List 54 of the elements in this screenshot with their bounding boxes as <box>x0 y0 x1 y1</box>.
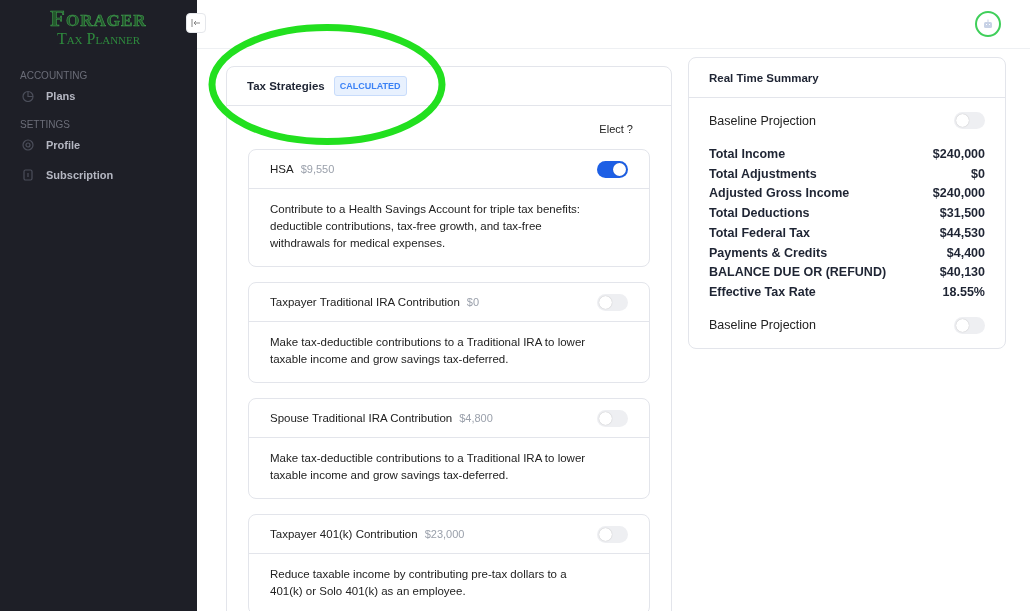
summary-label: Total Income <box>709 147 786 163</box>
strategy-description: Make tax-deductible contributions to a Traditional IRA to lower taxable income and grow savings tax-deferred. <box>269 335 587 367</box>
strategy-description: Reduce taxable income by contributing pre-tax dollars to a 401(k) or Solo 401(k) as an employee. <box>269 567 568 599</box>
column-label: Elect ? <box>599 123 633 135</box>
section-heading: SETTINGS <box>19 118 71 130</box>
strategy-amount: $0 <box>466 296 480 308</box>
strategy-amount: $23,000 <box>424 528 465 540</box>
toggle-switch[interactable] <box>597 409 628 427</box>
toggle-switch[interactable] <box>954 316 985 334</box>
sidebar-item[interactable]: Plans <box>0 81 197 111</box>
pie-chart-icon <box>22 90 34 102</box>
logo-subtitle: Tax Planner <box>56 30 141 48</box>
toggle-switch[interactable] <box>954 112 985 129</box>
toggle-switch[interactable] <box>597 293 628 311</box>
toggle-label: Baseline Projection <box>709 113 816 128</box>
toggle-label: Baseline Projection <box>709 318 816 333</box>
strategy-name: Taxpayer Traditional IRA Contribution <box>270 296 460 308</box>
summary-value: $240,000 <box>932 186 985 203</box>
logo-title: Forager <box>50 6 147 30</box>
toggle-switch[interactable] <box>597 525 628 543</box>
section-heading: ACCOUNTING <box>19 69 89 81</box>
avatar-button[interactable] <box>975 11 1001 37</box>
strategy-amount: $4,800 <box>459 412 493 424</box>
card-icon <box>22 169 34 181</box>
sidebar-item[interactable]: Subscription <box>0 160 197 190</box>
summary-value: 18.55% <box>942 284 985 301</box>
summary-label: Total Federal Tax <box>709 225 810 242</box>
summary-label: Payments & Credits <box>709 245 828 262</box>
card-title: Tax Strategies <box>247 80 325 92</box>
strategy-amount: $9,550 <box>300 163 335 175</box>
summary-label: BALANCE DUE OR (REFUND) <box>709 265 887 281</box>
target-icon <box>22 139 34 151</box>
strategy-name: HSA <box>270 163 294 175</box>
strategy-name: Taxpayer 401(k) Contribution <box>270 528 418 540</box>
collapse-icon <box>191 19 201 27</box>
summary-label: Adjusted Gross Income <box>709 186 850 203</box>
toggle-switch[interactable] <box>597 160 628 178</box>
card-title: Real Time Summary <box>709 71 819 84</box>
robot-icon <box>983 19 993 29</box>
strategy-description: Contribute to a Health Savings Account for triple tax benefits: deductible contributions, tax-free growth, and tax-free withdrawals for medical expenses. <box>269 202 582 251</box>
summary-value: $44,530 <box>939 225 985 242</box>
summary-value: $40,130 <box>939 265 985 281</box>
strategy-description: Make tax-deductible contributions to a Traditional IRA to lower taxable income and grow savings tax-deferred. <box>269 451 587 483</box>
summary-value: $31,500 <box>939 206 985 222</box>
summary-label: Total Adjustments <box>709 166 817 183</box>
summary-label: Effective Tax Rate <box>709 284 816 301</box>
strategy-name: Spouse Traditional IRA Contribution <box>270 412 453 424</box>
summary-label: Total Deductions <box>709 206 810 222</box>
summary-value: $4,400 <box>946 245 985 262</box>
collapse-button[interactable] <box>186 13 206 33</box>
summary-value: $0 <box>971 166 985 183</box>
sidebar-item[interactable]: Profile <box>0 130 197 160</box>
status-badge: CALCULATED <box>333 76 407 96</box>
summary-value: $240,000 <box>932 147 985 163</box>
